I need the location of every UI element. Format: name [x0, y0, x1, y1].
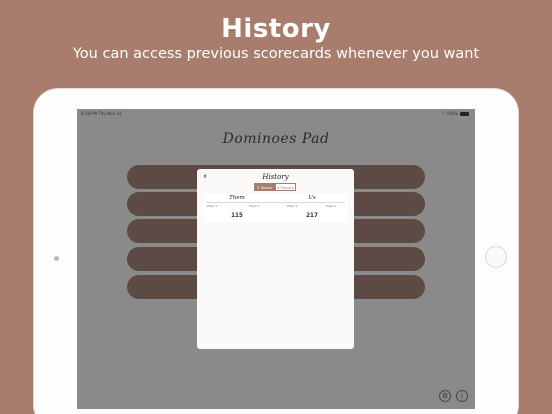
team-us-label: Us: [308, 195, 316, 201]
ipad-frame: 9:38 PM Thu Nov 14 ◠ 100% Dominoes Pad ⚙…: [34, 89, 518, 414]
status-time-date: 9:38 PM Thu Nov 14: [81, 111, 122, 116]
scorecard-row[interactable]: Them Us Player 1 Player 3 Player 2 Playe…: [203, 194, 348, 222]
player-label: Player 4: [326, 205, 337, 208]
player-label: Player 3: [249, 205, 260, 208]
team-them-label: Them: [229, 195, 245, 201]
front-camera: [54, 256, 59, 261]
segment-2-teams[interactable]: 2 Teams: [254, 183, 275, 191]
info-icon[interactable]: i: [456, 390, 468, 402]
segment-4-players[interactable]: 4 Players: [275, 183, 296, 191]
history-modal: ‹ History 2 Teams 4 Players Them Us Play…: [197, 169, 354, 349]
score-us: 217: [306, 211, 318, 219]
player-label: Player 2: [287, 205, 298, 208]
score-them: 115: [231, 211, 243, 219]
status-battery: ◠ 100%: [442, 111, 469, 116]
app-title: Dominoes Pad: [222, 131, 330, 147]
mode-segmented-control: 2 Teams 4 Players: [254, 183, 296, 191]
scorecard-divider: [206, 202, 345, 203]
player-label: Player 1: [207, 205, 218, 208]
status-bar: 9:38 PM Thu Nov 14 ◠ 100%: [77, 109, 475, 117]
battery-icon: [460, 112, 469, 116]
gear-icon[interactable]: ⚙: [439, 390, 451, 402]
modal-title: History: [262, 173, 289, 181]
hero-subtitle: You can access previous scorecards whene…: [72, 46, 480, 62]
home-button[interactable]: [485, 246, 507, 268]
hero-title: History: [221, 14, 331, 44]
app-screen: 9:38 PM Thu Nov 14 ◠ 100% Dominoes Pad ⚙…: [77, 109, 475, 409]
